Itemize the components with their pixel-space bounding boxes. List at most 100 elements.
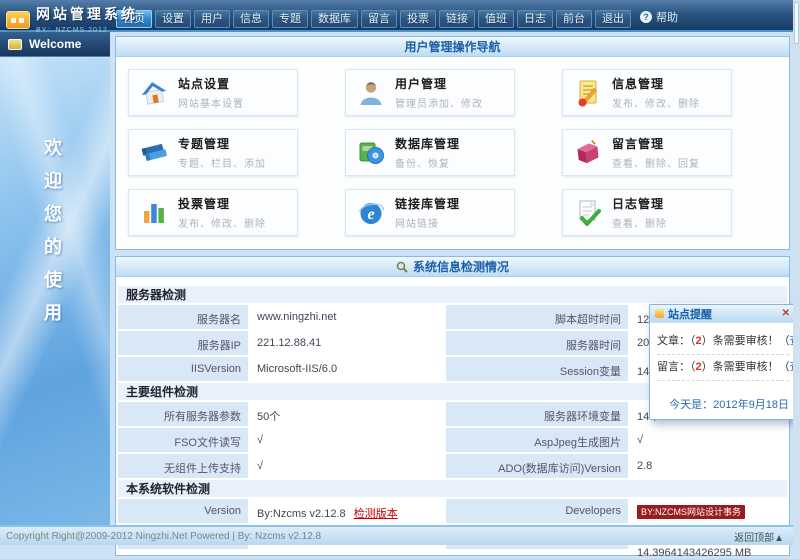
card-title: 数据库管理 <box>395 137 461 151</box>
app-title: 网站管理系统 <box>36 6 138 22</box>
app-logo: 网站管理系统 BY：NZCMS.2012 <box>6 4 138 35</box>
item-text: 留言：（ <box>657 361 696 373</box>
guestbook-icon <box>573 138 603 168</box>
card-subtitle: 查看、删除、回复 <box>612 159 700 170</box>
row-value: 50个 <box>250 402 446 426</box>
row-value: By:Nzcms v2.12.8 检测版本 <box>250 499 446 523</box>
tab-frontend[interactable]: 前台 <box>556 10 592 28</box>
card-title: 用户管理 <box>395 77 448 91</box>
developers-badge[interactable]: BY:NZCMS网站设计事务 <box>637 505 746 519</box>
house-icon <box>139 78 169 108</box>
database-icon <box>356 138 386 168</box>
tab-logs[interactable]: 日志 <box>517 10 553 28</box>
tab-settings[interactable]: 设置 <box>155 10 191 28</box>
card-info-manage[interactable]: 信息管理 发布、修改、删除 <box>562 69 732 116</box>
welcome-icon <box>8 38 22 50</box>
card-title: 链接库管理 <box>395 197 461 211</box>
slogan-char: 欢 <box>44 138 62 158</box>
tab-topics[interactable]: 专题 <box>272 10 308 28</box>
nav-panel: 用户管理操作导航 站点设置 网站基本设置 用户管理 管理员添加、修改 信息管理 … <box>115 36 790 250</box>
row-label: 服务器环境变量 <box>446 402 630 426</box>
main-content: 用户管理操作导航 站点设置 网站基本设置 用户管理 管理员添加、修改 信息管理 … <box>110 32 793 559</box>
module-cards: 站点设置 网站基本设置 用户管理 管理员添加、修改 信息管理 发布、修改、删除 … <box>116 57 789 249</box>
nav-panel-title: 用户管理操作导航 <box>404 39 501 54</box>
card-subtitle: 备份、恢复 <box>395 159 450 170</box>
footer-bar: Copyright Right@2009-2012 Ningzhi.Net Po… <box>0 525 800 545</box>
help-label: 帮助 <box>656 12 678 24</box>
help-link[interactable]: ? 帮助 <box>631 9 678 30</box>
welcome-slogan: 欢 迎 您 的 使 用 <box>44 134 62 325</box>
card-database-manage[interactable]: 数据库管理 备份、恢复 <box>345 129 515 176</box>
card-subtitle: 专题、栏目、添加 <box>178 159 266 170</box>
row-value: Microsoft-IIS/6.0 <box>250 357 446 381</box>
log-check-icon <box>573 198 603 228</box>
card-topic-manage[interactable]: 专题管理 专题、栏目、添加 <box>128 129 298 176</box>
card-subtitle: 发布、修改、删除 <box>178 219 266 230</box>
row-label: 所有服务器参数 <box>118 402 250 426</box>
scrollbar-thumb[interactable] <box>794 2 799 44</box>
card-subtitle: 管理员添加、修改 <box>395 99 483 110</box>
card-title: 信息管理 <box>612 77 665 91</box>
ie-globe-icon: e <box>356 198 386 228</box>
tab-info[interactable]: 信息 <box>233 10 269 28</box>
tab-logout[interactable]: 退出 <box>595 10 631 28</box>
reminder-icon <box>655 309 664 318</box>
row-label: 服务器名 <box>118 305 250 329</box>
welcome-label: Welcome <box>29 37 82 51</box>
tab-duty[interactable]: 值班 <box>478 10 514 28</box>
card-message-manage[interactable]: 留言管理 查看、删除、回复 <box>562 129 732 176</box>
row-label: 服务器IP <box>118 331 250 355</box>
item-text: ）条需要审核！（ <box>701 335 790 347</box>
scrollbar[interactable] <box>793 0 800 545</box>
table-row: FSO文件读写 √ AspJpeg生成图片 √ <box>118 428 787 454</box>
row-label: FSO文件读写 <box>118 428 250 452</box>
card-site-settings[interactable]: 站点设置 网站基本设置 <box>128 69 298 116</box>
table-row: Version By:Nzcms v2.12.8 检测版本 Developers… <box>118 499 787 525</box>
card-user-manage[interactable]: 用户管理 管理员添加、修改 <box>345 69 515 116</box>
card-title: 留言管理 <box>612 137 665 151</box>
site-reminder-popup: 站点提醒 ✕ 文章：（2）条需要审核！（查看） 留言：（2）条需要审核！（查看）… <box>649 304 800 420</box>
row-label: IISVersion <box>118 357 250 381</box>
card-vote-manage[interactable]: 投票管理 发布、修改、删除 <box>128 189 298 236</box>
item-text: ）条需要审核！（ <box>701 361 790 373</box>
card-subtitle: 发布、修改、删除 <box>612 99 700 110</box>
row-value: www.ningzhi.net <box>250 305 446 329</box>
tab-messages[interactable]: 留言 <box>361 10 397 28</box>
magnifier-icon <box>396 261 408 273</box>
row-label: 无组件上传支持 <box>118 454 250 478</box>
check-version-link[interactable]: 检测版本 <box>354 508 398 520</box>
row-label: Version <box>118 499 250 523</box>
tab-votes[interactable]: 投票 <box>400 10 436 28</box>
top-bar: 网站管理系统 BY：NZCMS.2012 首页 设置 用户 信息 专题 数据库 … <box>0 0 800 35</box>
tab-database[interactable]: 数据库 <box>311 10 358 28</box>
card-log-manage[interactable]: 日志管理 查看、删除 <box>562 189 732 236</box>
bar-chart-icon <box>139 198 169 228</box>
popup-title-bar: 站点提醒 ✕ <box>650 305 795 323</box>
popup-date: 今天是：2012年9月18日 <box>669 399 789 411</box>
top-nav: 首页 设置 用户 信息 专题 数据库 留言 投票 链接 值班 日志 前台 退出 <box>116 10 631 30</box>
card-title: 站点设置 <box>178 77 231 91</box>
row-label: Developers <box>446 499 630 523</box>
slogan-char: 的 <box>44 237 62 257</box>
card-title: 专题管理 <box>178 137 231 151</box>
back-to-top-link[interactable]: 返回顶部▲ <box>734 529 784 544</box>
tab-links[interactable]: 链接 <box>439 10 475 28</box>
card-title: 日志管理 <box>612 197 665 211</box>
row-label: Session变量 <box>446 357 630 381</box>
user-icon <box>356 78 386 108</box>
welcome-bar: Welcome <box>0 32 110 57</box>
slogan-char: 使 <box>44 270 62 290</box>
copyright-text: Copyright Right@2009-2012 Ningzhi.Net Po… <box>6 530 322 542</box>
close-icon[interactable]: ✕ <box>782 308 790 319</box>
row-value: √ <box>250 428 446 452</box>
reminder-item-messages: 留言：（2）条需要审核！（查看） <box>657 355 800 381</box>
row-value: 2.8 <box>630 454 787 478</box>
slogan-char: 用 <box>44 303 62 323</box>
section-label-software: 本系统软件检测 <box>118 480 787 499</box>
version-value: By:Nzcms v2.12.8 <box>257 508 346 520</box>
card-link-manage[interactable]: e 链接库管理 网站链接 <box>345 189 515 236</box>
row-value: √ <box>630 428 787 452</box>
slogan-char: 迎 <box>44 171 62 191</box>
row-label: AspJpeg生成图片 <box>446 428 630 452</box>
tab-users[interactable]: 用户 <box>194 10 230 28</box>
